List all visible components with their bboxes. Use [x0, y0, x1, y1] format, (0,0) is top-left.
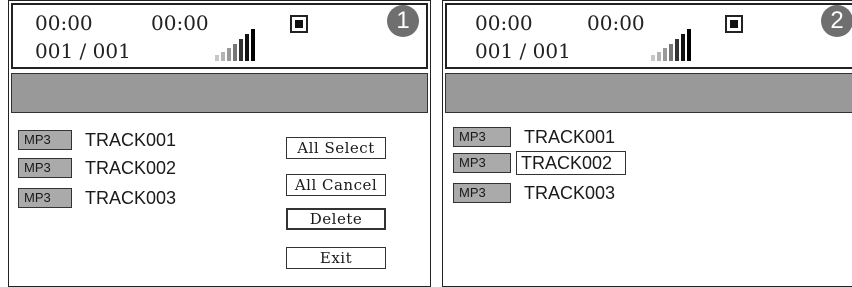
stop-icon[interactable] — [725, 15, 743, 33]
mp3-tag: MP3 — [18, 188, 72, 208]
track-name: TRACK002 — [85, 158, 177, 178]
delete-button[interactable]: Delete — [286, 208, 386, 230]
title-bar — [445, 73, 852, 113]
step-badge: 1 — [387, 5, 419, 37]
title-bar — [11, 73, 428, 113]
list-item[interactable]: MP3 TRACK002 — [18, 156, 180, 180]
track-name: TRACK001 — [85, 130, 177, 150]
mp3-tag: MP3 — [453, 127, 511, 147]
all-cancel-button[interactable]: All Cancel — [286, 174, 386, 196]
list-item[interactable]: MP3 TRACK003 — [453, 181, 619, 205]
total-time: 00:00 — [151, 11, 209, 35]
signal-strength-icon — [215, 29, 255, 61]
mp3-tag: MP3 — [18, 158, 72, 178]
elapsed-time: 00:00 — [475, 11, 533, 35]
status-header: 00:00 00:00 001 / 001 — [445, 3, 852, 69]
mp3-tag: MP3 — [18, 130, 72, 150]
track-name: TRACK003 — [524, 183, 616, 203]
screen-panel-1: 00:00 00:00 001 / 001 1 MP3 TRACK001 MP3… — [8, 0, 431, 287]
total-time: 00:00 — [587, 11, 645, 35]
stop-icon[interactable] — [290, 15, 308, 33]
elapsed-time: 00:00 — [35, 11, 93, 35]
exit-button[interactable]: Exit — [286, 247, 386, 269]
mp3-tag: MP3 — [453, 183, 511, 203]
screen-panel-2: 00:00 00:00 001 / 001 2 MP3 TRACK001 MP3… — [442, 0, 852, 287]
track-counter: 001 / 001 — [35, 39, 131, 63]
track-counter: 001 / 001 — [475, 39, 571, 63]
list-item[interactable]: MP3 TRACK003 — [18, 186, 180, 210]
step-badge: 2 — [821, 5, 852, 37]
track-name: TRACK001 — [524, 127, 616, 147]
all-select-button[interactable]: All Select — [286, 137, 386, 159]
track-name: TRACK003 — [85, 188, 177, 208]
list-item[interactable]: MP3 TRACK001 — [453, 125, 619, 149]
list-item[interactable]: MP3 TRACK002 — [453, 151, 626, 175]
mp3-tag: MP3 — [453, 153, 511, 173]
status-header: 00:00 00:00 001 / 001 — [11, 3, 428, 69]
signal-strength-icon — [651, 29, 691, 61]
list-item[interactable]: MP3 TRACK001 — [18, 128, 180, 152]
track-name-selected: TRACK002 — [516, 151, 626, 175]
